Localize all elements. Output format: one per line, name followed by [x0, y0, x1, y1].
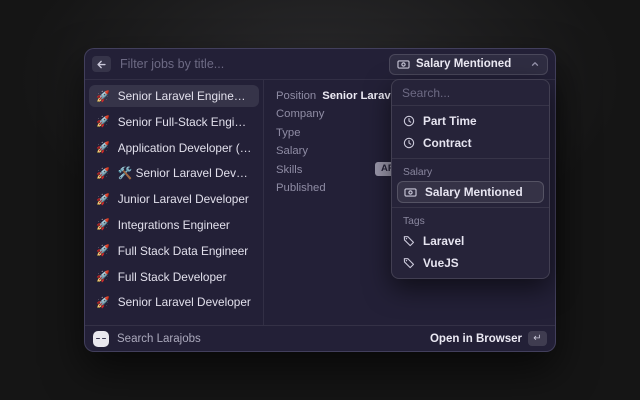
tag-icon — [403, 235, 415, 247]
dropdown-section-title: Tags — [397, 212, 544, 230]
detail-label: Published — [276, 182, 326, 194]
dropdown-group-type: Part Time Contract — [392, 106, 549, 158]
rocket-icon: 🚀 — [96, 90, 110, 103]
job-list-item[interactable]: 🚀 Senior Laravel Developer — [89, 291, 259, 313]
job-title: Senior Laravel Developer — [118, 295, 251, 309]
rocket-icon: 🚀 — [96, 244, 110, 257]
dropdown-search-input[interactable]: Search... — [392, 80, 549, 106]
detail-label: Type — [276, 127, 301, 139]
enter-key-icon: ↵ — [528, 331, 547, 346]
filter-jobs-input[interactable]: Filter jobs by title... — [120, 57, 389, 71]
job-title: 🛠️ Senior Laravel Developer (T... — [118, 166, 252, 180]
job-title: Senior Laravel Engineer (Shapin... — [118, 89, 252, 103]
dropdown-item-label: VueJS — [423, 256, 459, 270]
arrow-left-icon — [96, 59, 107, 70]
job-title: Full Stack Data Engineer — [118, 244, 249, 258]
job-list-item[interactable]: 🚀 Senior Full-Stack Engineer II, Ac... — [89, 111, 259, 133]
top-bar: Filter jobs by title... Salary Mentioned — [85, 49, 555, 80]
dropdown-item-laravel[interactable]: Laravel — [397, 230, 544, 252]
salary-filter-dropdown-button[interactable]: Salary Mentioned — [389, 54, 548, 75]
job-list-item[interactable]: 🚀 Integrations Engineer — [89, 214, 259, 236]
detail-label: Position — [276, 90, 316, 102]
filter-dropdown-panel: Search... Part Time Contract Salary — [391, 79, 550, 279]
back-button[interactable] — [92, 56, 111, 72]
detail-label: Skills — [276, 164, 302, 176]
dropdown-section-title: Salary — [397, 163, 544, 181]
extension-name: Search Larajobs — [117, 333, 201, 345]
clock-icon — [403, 137, 415, 149]
bottom-bar: Search Larajobs Open in Browser ↵ — [85, 325, 555, 351]
salary-filter-label: Salary Mentioned — [416, 58, 511, 70]
detail-label: Salary — [276, 145, 308, 157]
rocket-icon: 🚀 — [96, 218, 110, 231]
tag-icon — [403, 257, 415, 269]
job-list-item[interactable]: 🚀 Senior Laravel Engineer (Shapin... — [89, 85, 259, 107]
larajobs-logo-icon — [93, 331, 109, 347]
job-list-item[interactable]: 🚀 Junior Laravel Developer — [89, 188, 259, 210]
rocket-icon: 🚀 — [96, 193, 110, 206]
job-list-item[interactable]: 🚀 Full Stack Data Engineer — [89, 240, 259, 262]
job-list-item[interactable]: 🚀 Application Developer (12 mont... — [89, 137, 259, 159]
dropdown-item-label: Part Time — [423, 114, 477, 128]
banknote-icon — [397, 58, 410, 71]
rocket-icon: 🚀 — [96, 115, 110, 128]
detail-label: Company — [276, 108, 324, 120]
dropdown-item-label: Contract — [423, 136, 472, 150]
dropdown-item-label: Laravel — [423, 234, 464, 248]
dropdown-group-salary: Salary Salary Mentioned — [392, 158, 549, 207]
rocket-icon: 🚀 — [96, 141, 110, 154]
rocket-icon: 🚀 — [96, 167, 110, 180]
dropdown-item-salary-mentioned[interactable]: Salary Mentioned — [397, 181, 544, 203]
job-list-item[interactable]: 🚀 Full Stack Developer — [89, 266, 259, 288]
job-title: Senior Full-Stack Engineer II, Ac... — [118, 115, 252, 129]
clock-icon — [403, 115, 415, 127]
primary-action[interactable]: Open in Browser ↵ — [430, 331, 547, 346]
job-title: Application Developer (12 mont... — [118, 141, 252, 155]
rocket-icon: 🚀 — [96, 270, 110, 283]
rocket-icon: 🚀 — [96, 296, 110, 309]
dropdown-item-part-time[interactable]: Part Time — [397, 110, 544, 132]
open-in-browser-label: Open in Browser — [430, 333, 522, 345]
chevron-up-icon — [530, 59, 540, 69]
job-title: Full Stack Developer — [118, 270, 227, 284]
dropdown-item-vuejs[interactable]: VueJS — [397, 252, 544, 274]
job-title: Integrations Engineer — [118, 218, 230, 232]
job-list-item[interactable]: 🚀 🛠️ Senior Laravel Developer (T... — [89, 162, 259, 184]
dropdown-group-tags: Tags Laravel VueJS — [392, 207, 549, 278]
banknote-icon — [404, 186, 417, 199]
job-list: 🚀 Senior Laravel Engineer (Shapin... 🚀 S… — [85, 80, 263, 325]
dropdown-item-label: Salary Mentioned — [425, 185, 523, 199]
dropdown-item-contract[interactable]: Contract — [397, 132, 544, 154]
job-title: Junior Laravel Developer — [118, 192, 249, 206]
launcher-window: Filter jobs by title... Salary Mentioned… — [84, 48, 556, 352]
